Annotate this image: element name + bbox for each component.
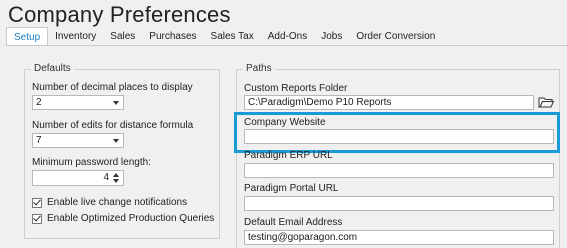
chevron-down-icon — [113, 101, 119, 105]
min-password-value: 4 — [103, 172, 109, 183]
portal-url-field[interactable] — [244, 196, 554, 211]
tab-strip: Setup Inventory Sales Purchases Sales Ta… — [6, 27, 442, 45]
window-title: Company Preferences — [8, 2, 231, 27]
chevron-down-icon — [113, 139, 119, 143]
default-email-field[interactable]: testing@goparagon.com — [244, 230, 554, 245]
edits-distance-value: 7 — [36, 135, 42, 146]
highlight-box — [234, 112, 560, 153]
spin-up-icon[interactable] — [113, 173, 119, 177]
paths-group-title: Paths — [243, 63, 275, 74]
default-email-label: Default Email Address — [244, 217, 343, 228]
browse-folder-button[interactable] — [538, 95, 555, 110]
tab-setup[interactable]: Setup — [6, 27, 49, 45]
tab-inventory[interactable]: Inventory — [48, 27, 103, 45]
checkbox-box[interactable] — [32, 213, 42, 224]
edits-distance-label: Number of edits for distance formula — [32, 120, 194, 131]
folder-open-icon — [538, 97, 555, 108]
tab-add-ons[interactable]: Add-Ons — [261, 27, 314, 45]
tab-jobs[interactable]: Jobs — [314, 27, 349, 45]
tab-sales-tax[interactable]: Sales Tax — [204, 27, 261, 45]
live-notifications-label: Enable live change notifications — [47, 197, 188, 208]
tab-purchases[interactable]: Purchases — [142, 27, 203, 45]
min-password-spinner[interactable]: 4 — [32, 170, 124, 186]
decimal-places-value: 2 — [36, 97, 42, 108]
custom-reports-label: Custom Reports Folder — [244, 83, 348, 94]
checkbox-box[interactable] — [32, 197, 42, 208]
optimized-queries-label: Enable Optimized Production Queries — [47, 213, 215, 224]
erp-url-label: Paradigm ERP URL — [244, 150, 333, 161]
min-password-label: Minimum password length: — [32, 157, 151, 168]
decimal-places-label: Number of decimal places to display — [32, 82, 193, 93]
decimal-places-select[interactable]: 2 — [32, 95, 124, 110]
custom-reports-field[interactable]: C:\Paradigm\Demo P10 Reports — [244, 95, 534, 110]
erp-url-field[interactable] — [244, 163, 554, 178]
spin-down-icon[interactable] — [113, 179, 119, 183]
portal-url-label: Paradigm Portal URL — [244, 183, 339, 194]
live-notifications-checkbox[interactable]: Enable live change notifications — [32, 197, 187, 208]
optimized-queries-checkbox[interactable]: Enable Optimized Production Queries — [32, 213, 214, 224]
tab-sales[interactable]: Sales — [103, 27, 142, 45]
checkmark-icon — [33, 197, 41, 205]
edits-distance-select[interactable]: 7 — [32, 133, 124, 148]
tab-order-conversion[interactable]: Order Conversion — [349, 27, 442, 45]
checkmark-icon — [33, 213, 41, 221]
defaults-group-title: Defaults — [31, 63, 74, 74]
